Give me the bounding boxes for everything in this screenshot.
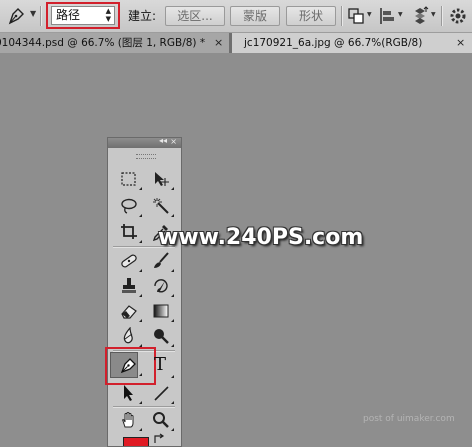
line-icon[interactable] [147,381,175,405]
path-alignment-icon[interactable] [377,6,397,26]
dodge-icon[interactable] [147,324,175,348]
magic-wand-icon[interactable] [147,194,175,218]
type-icon[interactable]: T [147,354,175,379]
collapse-icon[interactable]: ◂◂ [159,136,167,145]
move-icon[interactable] [147,167,175,191]
chevron-down-icon[interactable]: ▼ [30,9,36,18]
path-arrangement-icon[interactable] [410,6,430,26]
make-selection-button[interactable]: 选区... [165,6,225,26]
eraser-icon[interactable] [115,299,143,323]
tab-label: 0104344.psd @ 66.7% (图层 1, RGB/8) * [0,37,206,49]
chevron-down-icon[interactable]: ▼ [398,11,403,18]
watermark: www.240PS.com [158,225,364,250]
tab-document-2[interactable]: jc170921_6a.jpg @ 66.7%(RGB/8) × [232,33,472,53]
path-selection-icon[interactable] [115,381,143,405]
lasso-icon[interactable] [115,194,143,218]
gear-icon[interactable] [448,6,468,26]
chevron-down-icon[interactable]: ▼ [431,11,436,18]
tab-document-1[interactable]: 0104344.psd @ 66.7% (图层 1, RGB/8) * × [0,33,229,53]
divider [341,6,343,26]
brush-icon[interactable] [147,249,175,273]
healing-brush-icon[interactable] [115,249,143,273]
make-mask-button[interactable]: 蒙版 [230,6,280,26]
close-icon[interactable]: × [456,33,465,53]
clone-stamp-icon[interactable] [115,274,143,298]
grip-icon[interactable] [136,154,156,159]
type-tool-glyph: T [154,354,167,375]
history-brush-icon[interactable] [147,274,175,298]
hand-icon[interactable] [115,408,143,432]
divider [40,6,42,26]
make-label: 建立: [128,9,157,23]
credit-text: post of uimaker.com [363,414,455,424]
blur-icon[interactable] [115,324,143,348]
chevron-down-icon[interactable]: ▼ [367,11,372,18]
divider [441,6,443,26]
path-operations-icon[interactable] [346,6,366,26]
gradient-icon[interactable] [147,299,175,323]
mode-select[interactable]: 路径 ▲ ▼ [51,6,115,25]
pen-icon[interactable] [6,6,26,26]
make-shape-button[interactable]: 形状 [286,6,336,26]
panel-header[interactable]: ◂◂ × [108,136,181,148]
document-tab-bar: 0104344.psd @ 66.7% (图层 1, RGB/8) * × jc… [0,33,472,53]
tab-label: jc170921_6a.jpg @ 66.7%(RGB/8) [244,37,423,49]
crop-icon[interactable] [115,220,143,244]
options-bar: ▼ 路径 ▲ ▼ 建立: 选区... 蒙版 形状 ▼ ▼ ▼ [0,0,472,33]
zoom-icon[interactable] [147,408,175,432]
spinner-icon: ▲ ▼ [105,7,111,23]
close-icon[interactable]: × [170,137,177,146]
mode-select-value: 路径 [56,8,81,22]
close-icon[interactable]: × [214,33,223,53]
swap-colors-icon[interactable] [149,432,177,445]
rectangular-marquee-icon[interactable] [115,167,143,191]
